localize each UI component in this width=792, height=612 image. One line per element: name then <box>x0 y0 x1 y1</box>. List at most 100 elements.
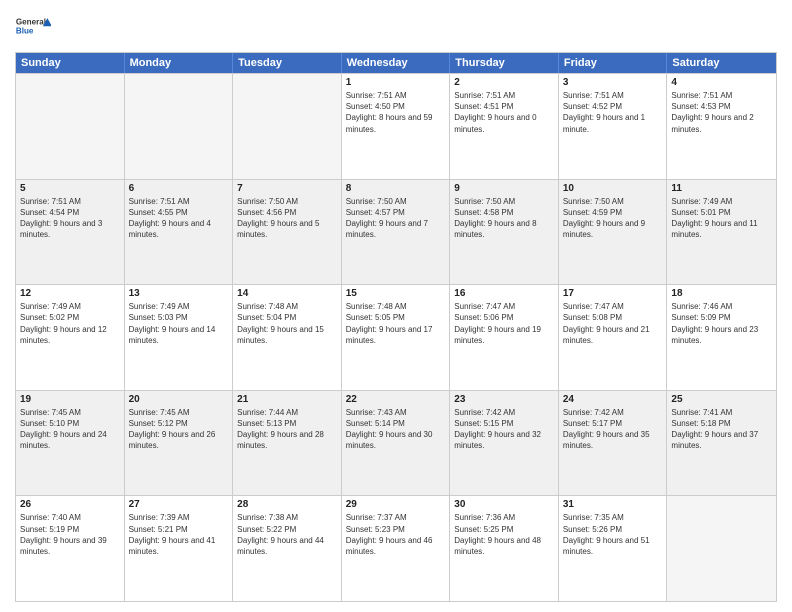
day-number: 6 <box>129 183 229 194</box>
cell-info: Sunrise: 7:50 AMSunset: 4:58 PMDaylight:… <box>454 196 554 241</box>
cal-cell: 22 Sunrise: 7:43 AMSunset: 5:14 PMDayligh… <box>342 391 451 496</box>
day-number: 2 <box>454 77 554 88</box>
page: General Blue SundayMondayTuesdayWednesda… <box>0 0 792 612</box>
cell-info: Sunrise: 7:45 AMSunset: 5:12 PMDaylight:… <box>129 407 229 452</box>
cal-week-5: 26 Sunrise: 7:40 AMSunset: 5:19 PMDayligh… <box>16 495 776 601</box>
day-number: 13 <box>129 288 229 299</box>
cell-info: Sunrise: 7:37 AMSunset: 5:23 PMDaylight:… <box>346 512 446 557</box>
cal-week-2: 5 Sunrise: 7:51 AMSunset: 4:54 PMDaylight… <box>16 179 776 285</box>
day-number: 4 <box>671 77 772 88</box>
cal-cell: 6 Sunrise: 7:51 AMSunset: 4:55 PMDaylight… <box>125 180 234 285</box>
cell-info: Sunrise: 7:48 AMSunset: 5:05 PMDaylight:… <box>346 301 446 346</box>
cell-info: Sunrise: 7:43 AMSunset: 5:14 PMDaylight:… <box>346 407 446 452</box>
cell-info: Sunrise: 7:51 AMSunset: 4:54 PMDaylight:… <box>20 196 120 241</box>
cal-header-sunday: Sunday <box>16 53 125 73</box>
cal-cell: 26 Sunrise: 7:40 AMSunset: 5:19 PMDayligh… <box>16 496 125 601</box>
cal-cell: 17Sunrise: 7:47 AMSunset: 5:08 PMDayligh… <box>559 285 668 390</box>
cal-cell <box>233 74 342 179</box>
day-number: 27 <box>129 499 229 510</box>
cell-info: Sunrise: 7:51 AMSunset: 4:52 PMDaylight:… <box>563 90 663 135</box>
cal-cell: 3 Sunrise: 7:51 AMSunset: 4:52 PMDaylight… <box>559 74 668 179</box>
cal-cell: 16 Sunrise: 7:47 AMSunset: 5:06 PMDayligh… <box>450 285 559 390</box>
cell-info: Sunrise: 7:50 AMSunset: 4:57 PMDaylight:… <box>346 196 446 241</box>
cell-info: Sunrise: 7:45 AMSunset: 5:10 PMDaylight:… <box>20 407 120 452</box>
cell-info: Sunrise: 7:49 AMSunset: 5:03 PMDaylight:… <box>129 301 229 346</box>
day-number: 16 <box>454 288 554 299</box>
cal-cell: 4Sunrise: 7:51 AMSunset: 4:53 PMDaylight… <box>667 74 776 179</box>
day-number: 21 <box>237 394 337 405</box>
day-number: 28 <box>237 499 337 510</box>
day-number: 14 <box>237 288 337 299</box>
cal-cell: 13 Sunrise: 7:49 AMSunset: 5:03 PMDayligh… <box>125 285 234 390</box>
cal-cell: 29 Sunrise: 7:37 AMSunset: 5:23 PMDayligh… <box>342 496 451 601</box>
svg-text:Blue: Blue <box>16 26 34 35</box>
cell-info: Sunrise: 7:51 AMSunset: 4:51 PMDaylight:… <box>454 90 554 135</box>
cal-header-wednesday: Wednesday <box>342 53 451 73</box>
cal-cell: 5 Sunrise: 7:51 AMSunset: 4:54 PMDaylight… <box>16 180 125 285</box>
cell-info: Sunrise: 7:42 AMSunset: 5:15 PMDaylight:… <box>454 407 554 452</box>
day-number: 3 <box>563 77 663 88</box>
cal-header-thursday: Thursday <box>450 53 559 73</box>
cal-cell: 27 Sunrise: 7:39 AMSunset: 5:21 PMDayligh… <box>125 496 234 601</box>
cell-info: Sunrise: 7:41 AMSunset: 5:18 PMDaylight:… <box>671 407 772 452</box>
cal-week-4: 19 Sunrise: 7:45 AMSunset: 5:10 PMDayligh… <box>16 390 776 496</box>
svg-text:General: General <box>16 17 46 26</box>
day-number: 31 <box>563 499 663 510</box>
cal-header-saturday: Saturday <box>667 53 776 73</box>
cal-week-1: 1Sunrise: 7:51 AMSunset: 4:50 PMDaylight… <box>16 73 776 179</box>
cal-header-tuesday: Tuesday <box>233 53 342 73</box>
day-number: 9 <box>454 183 554 194</box>
day-number: 26 <box>20 499 120 510</box>
day-number: 12 <box>20 288 120 299</box>
day-number: 24 <box>563 394 663 405</box>
cal-cell: 7 Sunrise: 7:50 AMSunset: 4:56 PMDaylight… <box>233 180 342 285</box>
cell-info: Sunrise: 7:47 AMSunset: 5:06 PMDaylight:… <box>454 301 554 346</box>
cal-week-3: 12 Sunrise: 7:49 AMSunset: 5:02 PMDayligh… <box>16 284 776 390</box>
cal-cell: 24 Sunrise: 7:42 AMSunset: 5:17 PMDayligh… <box>559 391 668 496</box>
cell-info: Sunrise: 7:40 AMSunset: 5:19 PMDaylight:… <box>20 512 120 557</box>
day-number: 10 <box>563 183 663 194</box>
day-number: 22 <box>346 394 446 405</box>
day-number: 11 <box>671 183 772 194</box>
cal-cell: 15Sunrise: 7:48 AMSunset: 5:05 PMDayligh… <box>342 285 451 390</box>
day-number: 30 <box>454 499 554 510</box>
cal-cell: 21 Sunrise: 7:44 AMSunset: 5:13 PMDayligh… <box>233 391 342 496</box>
cal-cell: 2 Sunrise: 7:51 AMSunset: 4:51 PMDaylight… <box>450 74 559 179</box>
cell-info: Sunrise: 7:42 AMSunset: 5:17 PMDaylight:… <box>563 407 663 452</box>
cal-cell: 1Sunrise: 7:51 AMSunset: 4:50 PMDaylight… <box>342 74 451 179</box>
cal-cell: 23 Sunrise: 7:42 AMSunset: 5:15 PMDayligh… <box>450 391 559 496</box>
cell-info: Sunrise: 7:35 AMSunset: 5:26 PMDaylight:… <box>563 512 663 557</box>
cal-cell: 8 Sunrise: 7:50 AMSunset: 4:57 PMDaylight… <box>342 180 451 285</box>
day-number: 5 <box>20 183 120 194</box>
cell-info: Sunrise: 7:51 AMSunset: 4:55 PMDaylight:… <box>129 196 229 241</box>
cal-cell: 30 Sunrise: 7:36 AMSunset: 5:25 PMDayligh… <box>450 496 559 601</box>
cal-cell <box>667 496 776 601</box>
logo-icon: General Blue <box>15 10 51 46</box>
cell-info: Sunrise: 7:48 AMSunset: 5:04 PMDaylight:… <box>237 301 337 346</box>
cell-info: Sunrise: 7:39 AMSunset: 5:21 PMDaylight:… <box>129 512 229 557</box>
cell-info: Sunrise: 7:50 AMSunset: 4:59 PMDaylight:… <box>563 196 663 241</box>
cell-info: Sunrise: 7:36 AMSunset: 5:25 PMDaylight:… <box>454 512 554 557</box>
cell-info: Sunrise: 7:44 AMSunset: 5:13 PMDaylight:… <box>237 407 337 452</box>
day-number: 29 <box>346 499 446 510</box>
day-number: 23 <box>454 394 554 405</box>
cal-cell: 18Sunrise: 7:46 AMSunset: 5:09 PMDayligh… <box>667 285 776 390</box>
cal-cell: 10 Sunrise: 7:50 AMSunset: 4:59 PMDayligh… <box>559 180 668 285</box>
cal-cell: 19 Sunrise: 7:45 AMSunset: 5:10 PMDayligh… <box>16 391 125 496</box>
cal-cell <box>125 74 234 179</box>
calendar: SundayMondayTuesdayWednesdayThursdayFrid… <box>15 52 777 602</box>
day-number: 7 <box>237 183 337 194</box>
cal-header-friday: Friday <box>559 53 668 73</box>
calendar-header-row: SundayMondayTuesdayWednesdayThursdayFrid… <box>16 53 776 73</box>
cell-info: Sunrise: 7:38 AMSunset: 5:22 PMDaylight:… <box>237 512 337 557</box>
cell-info: Sunrise: 7:51 AMSunset: 4:50 PMDaylight:… <box>346 90 446 135</box>
day-number: 19 <box>20 394 120 405</box>
day-number: 8 <box>346 183 446 194</box>
cell-info: Sunrise: 7:50 AMSunset: 4:56 PMDaylight:… <box>237 196 337 241</box>
cal-header-monday: Monday <box>125 53 234 73</box>
cell-info: Sunrise: 7:47 AMSunset: 5:08 PMDaylight:… <box>563 301 663 346</box>
cal-cell: 14 Sunrise: 7:48 AMSunset: 5:04 PMDayligh… <box>233 285 342 390</box>
cal-cell <box>16 74 125 179</box>
cell-info: Sunrise: 7:49 AMSunset: 5:02 PMDaylight:… <box>20 301 120 346</box>
calendar-body: 1Sunrise: 7:51 AMSunset: 4:50 PMDaylight… <box>16 73 776 601</box>
